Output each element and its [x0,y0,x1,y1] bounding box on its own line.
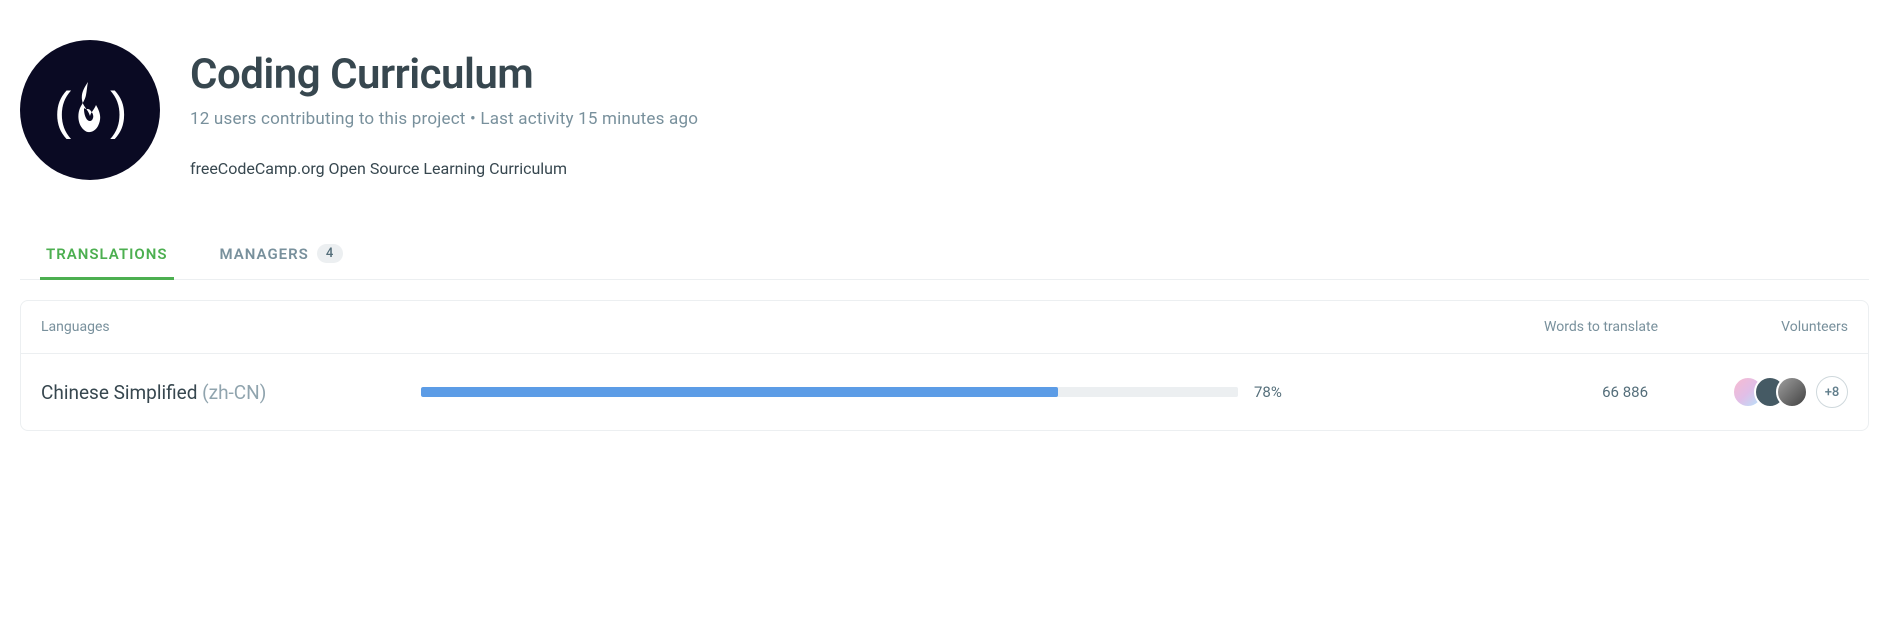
tab-managers-count: 4 [317,244,343,263]
table-row: Chinese Simplified (zh-CN) 78% 66 886 +8 [21,354,1868,430]
avatar[interactable] [1776,376,1808,408]
language-link[interactable]: Chinese Simplified (zh-CN) [41,381,421,404]
tabs: TRANSLATIONS MANAGERS 4 [20,230,1869,280]
words-to-translate: 66 886 [1478,383,1658,401]
volunteers-avatars: +8 [1658,376,1848,408]
column-header-words: Words to translate [1478,319,1658,335]
tab-label: MANAGERS [220,245,309,263]
project-info: Coding Curriculum 12 users contributing … [190,40,698,178]
project-description: freeCodeCamp.org Open Source Learning Cu… [190,159,698,178]
project-logo: ( ) [20,40,160,180]
freecodecamp-icon: ( ) [40,60,140,160]
project-meta: 12 users contributing to this project • … [190,109,698,129]
svg-text:(: ( [54,82,72,140]
project-title: Coding Curriculum [190,50,698,99]
tab-translations[interactable]: TRANSLATIONS [40,230,174,280]
tab-managers[interactable]: MANAGERS 4 [214,230,350,280]
table-header: Languages Words to translate Volunteers [21,301,1868,354]
avatar-more-button[interactable]: +8 [1816,376,1848,408]
progress-percent: 78% [1254,383,1298,401]
progress-cell: 78% [421,383,1298,401]
progress-bar [421,387,1238,397]
languages-panel: Languages Words to translate Volunteers … [20,300,1869,431]
column-header-languages: Languages [41,319,421,335]
language-code: (zh-CN) [202,381,266,404]
language-name: Chinese Simplified [41,381,197,404]
progress-fill [421,387,1058,397]
tab-label: TRANSLATIONS [46,245,168,263]
svg-text:): ) [110,82,127,140]
project-header: ( ) Coding Curriculum 12 users contribut… [20,20,1869,200]
column-header-volunteers: Volunteers [1658,319,1848,335]
